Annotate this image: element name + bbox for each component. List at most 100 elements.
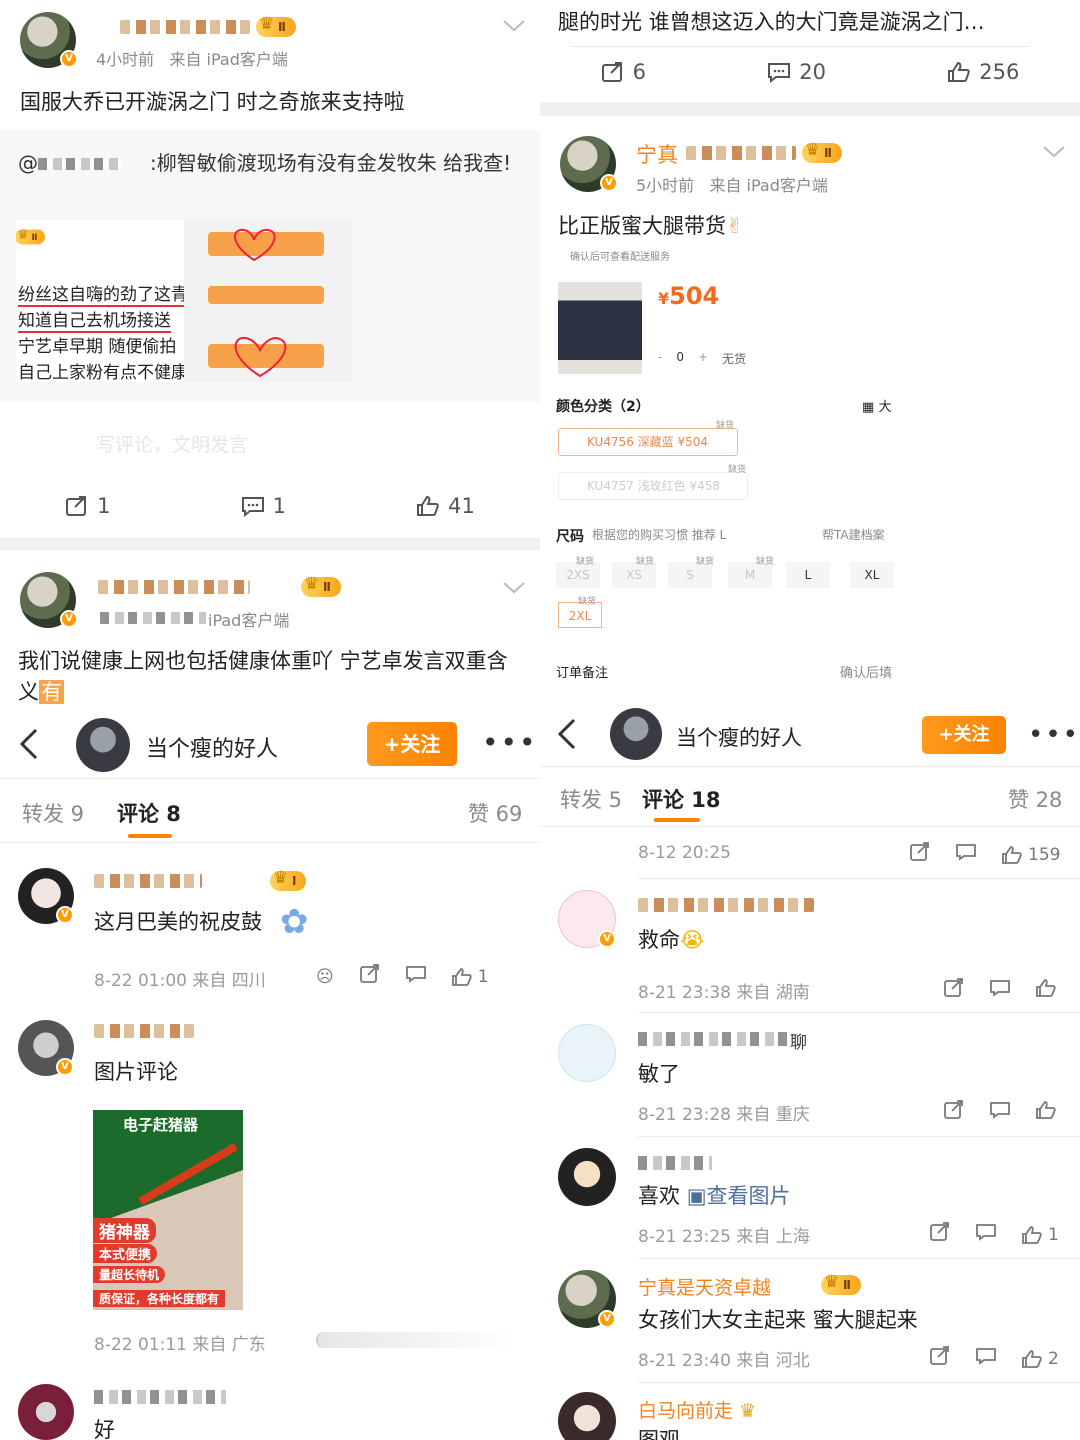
shop-screenshot[interactable]: 确认后可查看配送服务 ¥504 - 0 + 无货 颜色分类（2） ▦ 大 KU4… xyxy=(556,246,896,698)
comment-input-placeholder[interactable]: 写评论，文明发言 xyxy=(96,430,248,457)
emoji-icon[interactable]: ☹ xyxy=(316,967,334,987)
like-count: 1 xyxy=(477,966,489,987)
comment-button[interactable]: 20 xyxy=(767,60,826,84)
comment-meta: 8-21 23:28 来自 重庆 xyxy=(638,1105,810,1125)
vip-crown-icon: Ⅱ xyxy=(256,14,296,37)
minus-icon[interactable]: - xyxy=(658,350,662,367)
share-icon[interactable] xyxy=(930,1346,950,1371)
chevron-left-icon xyxy=(557,718,576,750)
follow-button[interactable]: +关注 xyxy=(922,716,1006,754)
comment-icon[interactable] xyxy=(956,843,976,866)
username-redacted[interactable] xyxy=(98,580,250,594)
like-button[interactable]: 2 xyxy=(1022,1349,1059,1369)
share-icon[interactable] xyxy=(944,978,964,1003)
username-redacted[interactable] xyxy=(94,1024,194,1038)
comment-icon[interactable] xyxy=(405,965,426,988)
back-button[interactable] xyxy=(556,718,578,754)
product-image[interactable] xyxy=(558,282,642,374)
chevron-down-icon[interactable] xyxy=(1042,144,1066,163)
repost-image-right[interactable] xyxy=(184,220,352,382)
tab-comment[interactable]: 评论 18 xyxy=(642,784,721,814)
mention-redacted[interactable] xyxy=(38,158,122,170)
avatar[interactable] xyxy=(18,1384,74,1440)
username-redacted[interactable] xyxy=(94,874,202,888)
username[interactable]: 宁真是天资卓越 xyxy=(638,1273,771,1300)
like-count: 159 xyxy=(1028,844,1061,865)
grid-view-toggle[interactable]: ▦ 大 xyxy=(862,396,891,415)
post-source: iPad客户端 xyxy=(208,611,290,630)
repost-block[interactable]: @:柳智敏偷渡现场有没有金发牧朱 给我查! Ⅱ 纷丝这自嗨的劲了这青 知道自己去… xyxy=(0,130,540,402)
share-icon[interactable] xyxy=(930,1222,950,1247)
like-button[interactable]: 256 xyxy=(947,60,1019,84)
header-avatar[interactable] xyxy=(76,718,130,772)
separator xyxy=(540,766,1080,767)
more-icon[interactable]: ••• xyxy=(482,729,538,757)
like-button[interactable]: 1 xyxy=(1022,1225,1059,1245)
vip-crown-icon: Ⅰ xyxy=(270,868,307,891)
comment-icon[interactable] xyxy=(976,1347,996,1370)
quantity-stepper[interactable]: - 0 + 无货 xyxy=(658,350,746,367)
order-note-right[interactable]: 确认后填 xyxy=(840,662,892,681)
sku-option[interactable]: KU4757 浅玫红色 ¥458 xyxy=(558,472,748,500)
comment-icon[interactable] xyxy=(990,1101,1010,1124)
separator xyxy=(540,826,1080,827)
more-icon[interactable]: ••• xyxy=(1028,722,1080,748)
comment-meta: 8-22 01:11 来自 广东 xyxy=(94,1335,266,1355)
username-label: 白马向前走 xyxy=(638,1400,734,1422)
like-button[interactable]: 1 xyxy=(451,966,489,987)
like-button[interactable]: 159 xyxy=(1002,845,1060,865)
repost-button[interactable]: 1 xyxy=(65,494,110,518)
header-avatar[interactable] xyxy=(610,708,662,760)
repost-mention: @ xyxy=(18,151,38,175)
username-redacted[interactable] xyxy=(638,1032,790,1046)
avatar[interactable] xyxy=(558,1148,616,1206)
username-redacted[interactable] xyxy=(94,1390,226,1404)
share-icon[interactable] xyxy=(944,1100,964,1125)
tab-like[interactable]: 赞 28 xyxy=(1008,784,1062,814)
share-icon[interactable] xyxy=(910,842,930,867)
comment-text: 喜欢 ▣查看图片 xyxy=(638,1180,791,1210)
username-redacted[interactable] xyxy=(638,898,814,912)
chevron-down-icon[interactable] xyxy=(502,580,526,599)
post-body-text: 比正版蜜大腿带货 xyxy=(558,214,726,238)
comment-text: 图片评论 xyxy=(94,1060,178,1084)
avatar[interactable] xyxy=(558,1392,616,1440)
tab-repost[interactable]: 转发 5 xyxy=(560,784,622,814)
repost-image-left[interactable]: Ⅱ 纷丝这自嗨的劲了这青 知道自己去机场接送 宁艺卓早期 随便偷拍 自己上家粉有… xyxy=(16,220,184,382)
comment-image[interactable]: 电子赶猪器 猪神器 本式便携 量超长待机 质保证，各种长度都有 xyxy=(93,1110,243,1310)
comment-icon[interactable] xyxy=(990,979,1010,1002)
share-icon[interactable] xyxy=(359,964,380,989)
username-redacted[interactable] xyxy=(638,1156,712,1170)
comment-icon xyxy=(767,61,791,83)
sku-option[interactable]: KU4756 深藏蓝 ¥504 xyxy=(558,428,738,456)
comment-text-value: 救命 xyxy=(638,928,680,952)
out-of-stock-tag: 缺货 xyxy=(636,557,655,567)
size-option[interactable]: XL xyxy=(850,562,894,588)
username[interactable]: 宁真 xyxy=(636,139,678,169)
tab-repost[interactable]: 转发 9 xyxy=(22,798,84,828)
size-option[interactable]: L xyxy=(786,562,830,588)
tab-comment[interactable]: 评论 8 xyxy=(117,798,181,828)
tab-like[interactable]: 赞 69 xyxy=(468,798,522,828)
thumbs-up-icon xyxy=(947,61,971,83)
username-redacted[interactable] xyxy=(120,20,250,34)
post-source: 来自 iPad客户端 xyxy=(169,50,288,69)
header-title: 当个瘦的好人 xyxy=(676,726,802,750)
follow-button[interactable]: +关注 xyxy=(367,722,457,766)
back-button[interactable] xyxy=(18,728,40,764)
repost-button[interactable]: 6 xyxy=(601,60,646,84)
like-button[interactable] xyxy=(1036,979,1056,1002)
out-of-stock-tag: 缺货 xyxy=(716,421,735,431)
like-button[interactable] xyxy=(1036,1101,1056,1124)
comment-icon[interactable] xyxy=(976,1223,996,1246)
verified-badge-icon: V xyxy=(56,906,74,924)
comment-button[interactable]: 1 xyxy=(241,494,286,518)
view-image-link[interactable]: ▣查看图片 xyxy=(687,1184,791,1208)
verified-badge-icon: V xyxy=(600,174,618,192)
size-help-link[interactable]: 帮TA建档案 xyxy=(822,526,885,543)
like-button[interactable]: 41 xyxy=(416,494,475,518)
chevron-down-icon[interactable] xyxy=(502,18,526,37)
plus-icon[interactable]: + xyxy=(698,350,708,367)
username[interactable]: 白马向前走 ♛ xyxy=(638,1396,756,1423)
avatar[interactable] xyxy=(558,1024,616,1082)
